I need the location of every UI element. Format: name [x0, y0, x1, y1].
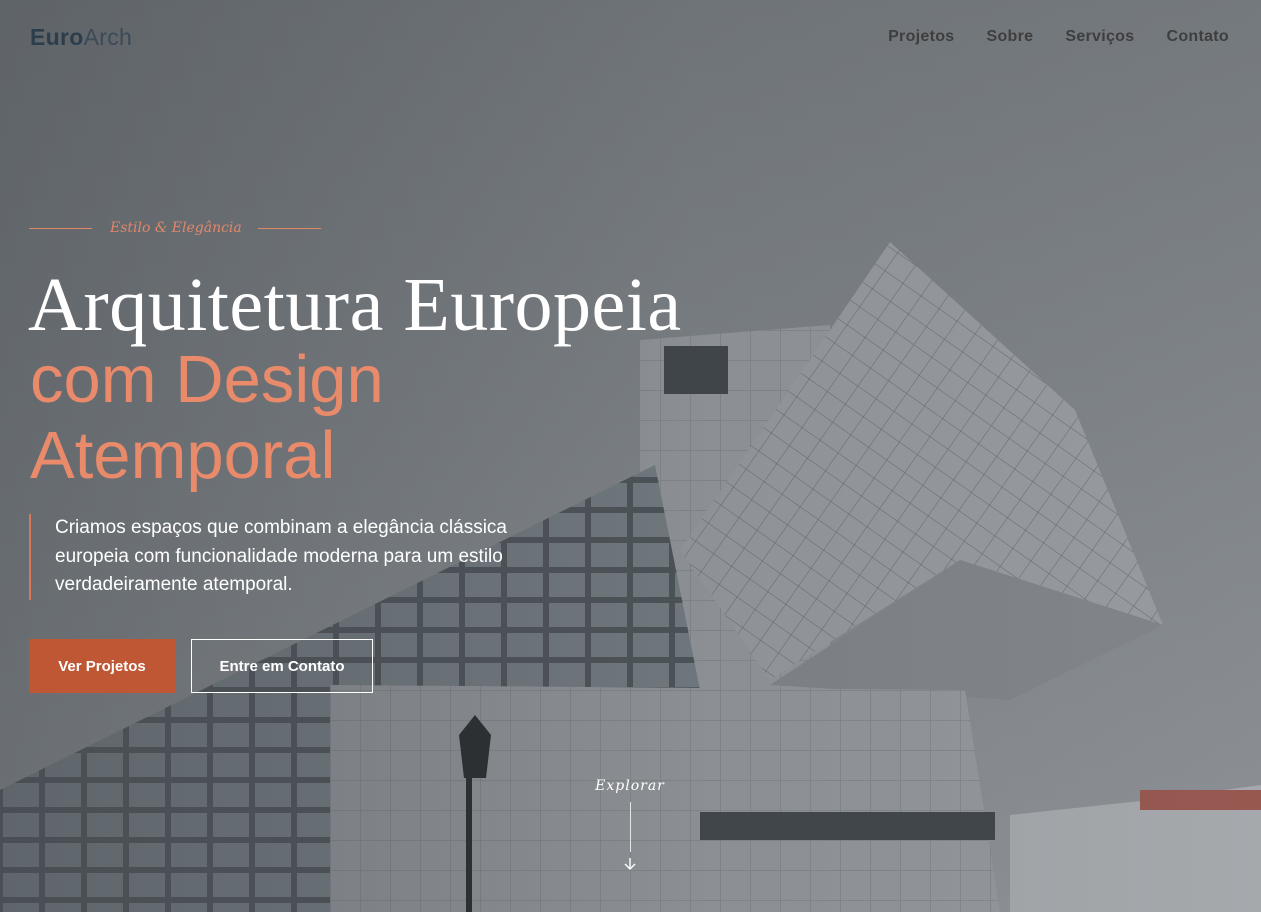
hero-eyebrow: Estilo & Elegância: [29, 220, 321, 236]
nav-item-contato[interactable]: Contato: [1166, 28, 1229, 46]
site-header: EuroArch Projetos Sobre Serviços Contato: [0, 0, 1261, 78]
explore-label: Explorar: [595, 778, 665, 794]
hero-title-accent: com Design Atemporal: [30, 342, 384, 494]
hero-title-line-3: Atemporal: [30, 418, 336, 493]
logo[interactable]: EuroArch: [30, 24, 132, 51]
eyebrow-line-left: [29, 227, 92, 229]
hero-description-line-1: Criamos espaços que combinam a elegância…: [55, 517, 508, 538]
hero-description-line-3: verdadeiramente atemporal.: [55, 574, 293, 595]
nav-item-sobre[interactable]: Sobre: [987, 28, 1034, 46]
explore-scroll-cue[interactable]: Explorar: [580, 778, 680, 872]
eyebrow-text: Estilo & Elegância: [110, 220, 242, 236]
view-projects-button[interactable]: Ver Projetos: [29, 639, 175, 693]
logo-part-euro: Euro: [30, 24, 84, 50]
logo-part-arch: Arch: [83, 24, 133, 50]
nav-item-projetos[interactable]: Projetos: [888, 28, 954, 46]
nav-item-servicos[interactable]: Serviços: [1065, 28, 1134, 46]
hero-description-line-2: europeia com funcionalidade moderna para…: [55, 545, 503, 567]
eyebrow-line-right: [257, 227, 321, 229]
arrow-down-icon: [624, 858, 636, 870]
explore-line: [629, 802, 631, 852]
hero-section: EuroArch Projetos Sobre Serviços Contato…: [0, 0, 1261, 912]
hero-title: Arquitetura Europeia: [28, 263, 682, 347]
main-nav: Projetos Sobre Serviços Contato: [888, 28, 1229, 46]
hero-description: Criamos espaços que combinam a elegância…: [29, 514, 615, 600]
contact-button[interactable]: Entre em Contato: [191, 639, 373, 693]
hero-title-line-2: com Design: [30, 342, 384, 417]
